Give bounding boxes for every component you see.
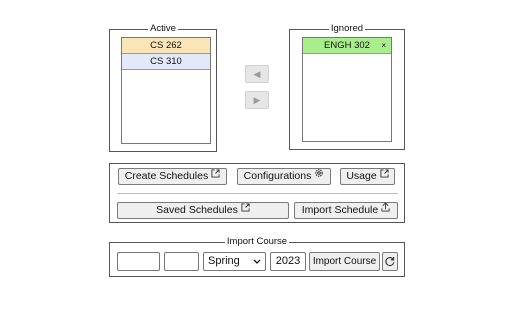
import-schedule-label: Import Schedule [301,204,379,216]
term-select[interactable]: Spring [203,252,266,271]
import-course-legend: Import Course [226,236,288,247]
active-legend: Active [150,23,176,34]
ignored-course-list[interactable]: ENGH 302 × [302,37,392,142]
course-number-input[interactable] [164,252,199,271]
active-course-list[interactable]: CS 262 CS 310 [121,37,211,144]
configurations-button[interactable]: Configurations [237,168,331,185]
term-selected-value: Spring [208,255,240,267]
create-schedules-button[interactable]: Create Schedules [118,168,227,185]
ignored-legend: Ignored [330,23,364,34]
move-right-button[interactable]: ▶ [245,91,269,109]
course-engh-302[interactable]: ENGH 302 × [303,38,391,54]
subject-input[interactable] [117,252,160,271]
remove-course-icon[interactable]: × [381,38,386,53]
right-arrow-icon: ▶ [253,95,261,105]
external-link-icon [211,168,220,183]
import-course-button[interactable]: Import Course [309,252,380,271]
course-label: ENGH 302 [324,40,370,51]
year-value: 2023 [275,255,301,267]
external-link-icon [241,202,250,217]
upload-icon [381,202,390,217]
saved-schedules-label: Saved Schedules [156,204,238,216]
move-left-button[interactable]: ◀ [245,65,269,83]
usage-label: Usage [346,170,377,182]
gear-icon [314,168,324,183]
left-arrow-icon: ◀ [253,69,261,79]
import-course-label: Import Course [312,256,377,267]
chevron-down-icon [253,253,261,276]
create-schedules-label: Create Schedules [124,170,209,182]
course-label: CS 310 [150,56,182,67]
actions-divider [117,193,398,194]
course-label: CS 262 [150,40,182,51]
saved-schedules-button[interactable]: Saved Schedules [117,202,289,219]
configurations-label: Configurations [243,170,312,182]
refresh-button[interactable] [382,252,398,271]
year-input[interactable]: 2023 [270,252,306,271]
usage-button[interactable]: Usage [340,168,395,185]
course-cs-262[interactable]: CS 262 [122,38,210,54]
external-link-icon [380,168,389,183]
refresh-icon [385,256,395,272]
import-schedule-button[interactable]: Import Schedule [294,202,398,219]
course-cs-310[interactable]: CS 310 [122,54,210,70]
